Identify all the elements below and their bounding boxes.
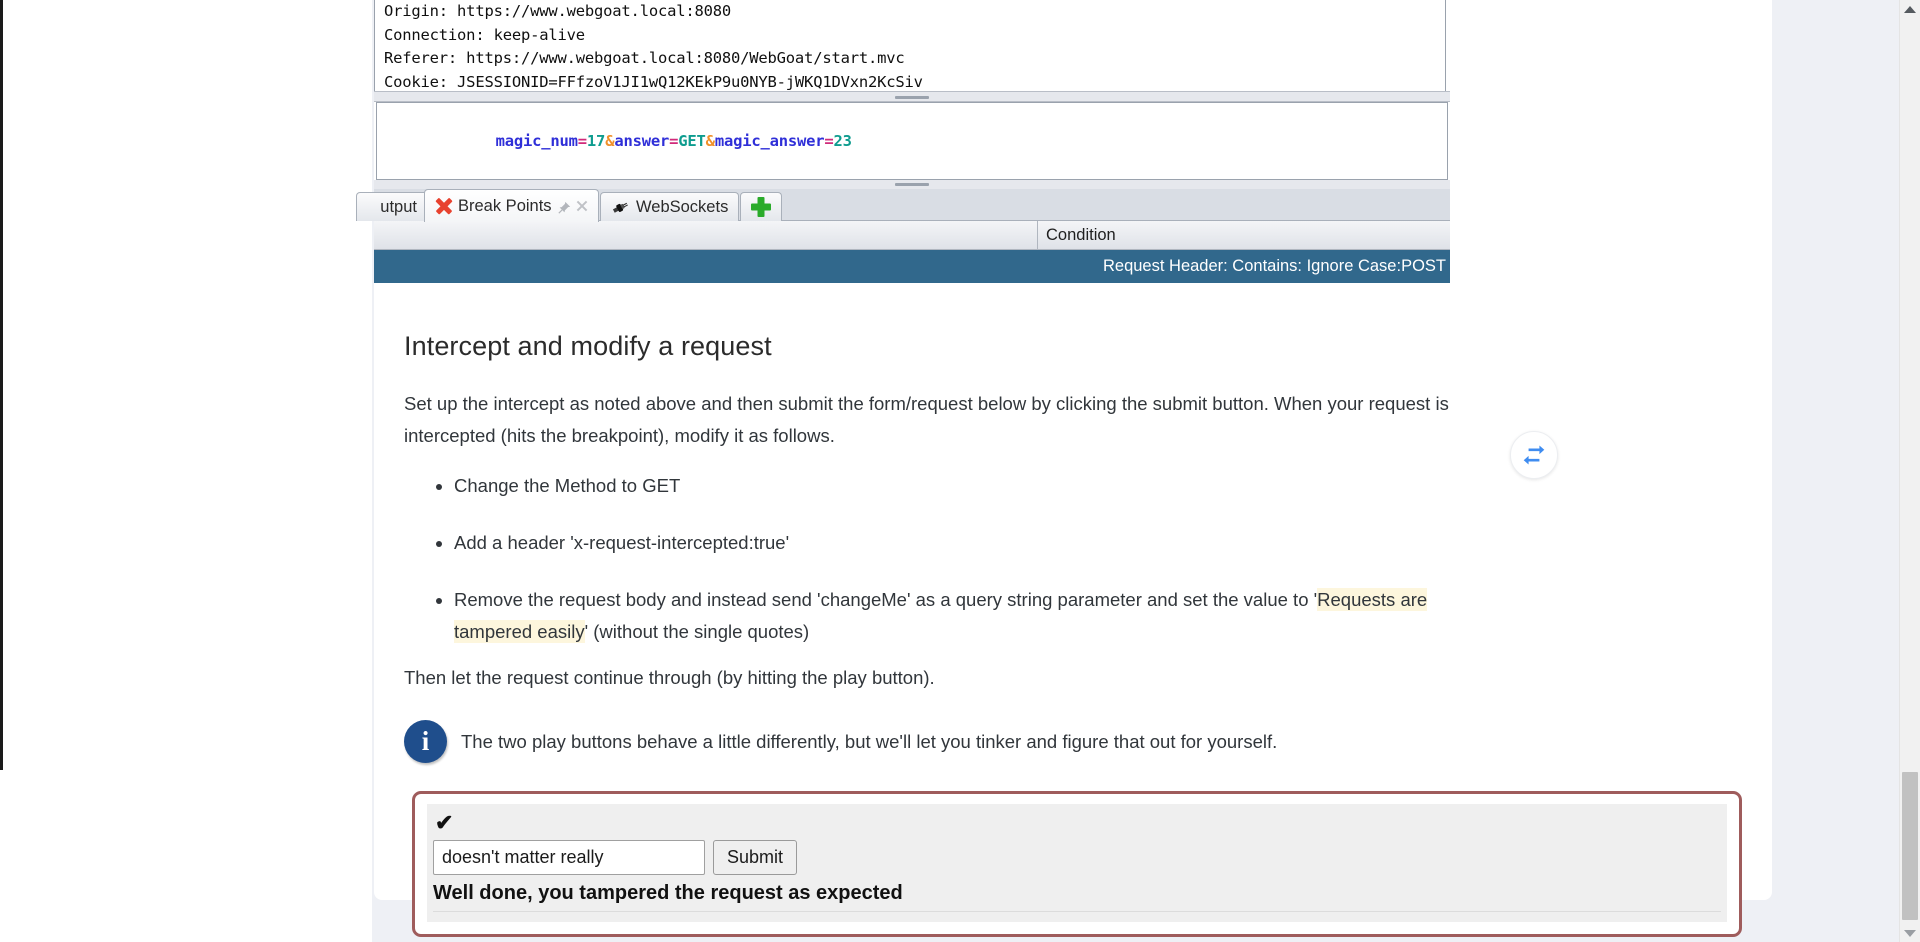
panel-splitter-bottom[interactable]: [374, 180, 1450, 189]
table-header-cell-blank: [374, 221, 1038, 249]
table-header-cell-condition: Condition: [1046, 225, 1116, 244]
lesson-content-card: Origin: https://www.webgoat.local:8080 C…: [356, 0, 1772, 937]
assignment-result-message: Well done, you tampered the request as e…: [433, 882, 1721, 912]
table-header-row: Condition: [374, 221, 1450, 250]
breakpoints-table: Condition Request Header: Contains: Igno…: [374, 221, 1450, 283]
header-line: Origin: https://www.webgoat.local:8080: [384, 2, 732, 20]
step-text: Remove the request body and instead send…: [454, 589, 1318, 610]
info-note: i The two play buttons behave a little d…: [404, 720, 1742, 763]
body-token-key: answer: [614, 132, 670, 150]
lesson-article: Intercept and modify a request Set up th…: [374, 331, 1772, 937]
scrollbar-thumb[interactable]: [1902, 772, 1918, 920]
pin-icon[interactable]: [557, 200, 571, 214]
body-token-value: 23: [833, 132, 852, 150]
lesson-steps-list: Change the Method to GET Add a header 'x…: [404, 470, 1742, 648]
body-token-amp: &: [605, 132, 615, 150]
body-token-eq: =: [824, 132, 834, 150]
request-body-line: magic_num=17&answer=GET&magic_answer=23: [377, 103, 1447, 170]
header-line: Connection: keep-alive: [384, 25, 585, 44]
sync-icon-button[interactable]: [1510, 431, 1558, 479]
zap-proxy-panel: Origin: https://www.webgoat.local:8080 C…: [356, 0, 1450, 283]
tab-websockets[interactable]: WebSockets: [600, 192, 740, 221]
tab-break-points[interactable]: Break Points: [424, 189, 599, 222]
body-token-key: magic_answer: [714, 132, 825, 150]
body-token-eq: =: [577, 132, 587, 150]
request-headers-box[interactable]: Origin: https://www.webgoat.local:8080 C…: [374, 0, 1446, 91]
red-x-icon: [435, 198, 452, 215]
table-cell-blank: [374, 250, 1038, 283]
tab-output[interactable]: utput: [356, 192, 428, 221]
plus-icon: [751, 197, 771, 217]
status-badge: ✔: [435, 810, 454, 835]
page-scrollbar[interactable]: [1899, 0, 1920, 942]
list-item: Change the Method to GET: [454, 470, 1494, 502]
splitter-grip: [895, 183, 929, 186]
assignment-box: ✔ Submit Well done, you tampered the req…: [412, 791, 1742, 937]
panel-splitter-top[interactable]: [374, 91, 1450, 102]
body-token-eq: =: [669, 132, 679, 150]
body-token-amp: &: [705, 132, 715, 150]
proxy-tabstrip: utput Break Points WebSockets: [356, 189, 1450, 222]
add-tab-button[interactable]: [740, 192, 782, 221]
header-line: Cookie: JSESSIONID=FFfzoV1JI1wQ12KEkP9u0…: [384, 72, 923, 91]
list-item: Remove the request body and instead send…: [454, 584, 1494, 648]
header-line: Referer: https://www.webgoat.local:8080/…: [384, 49, 905, 67]
splitter-grip: [895, 96, 929, 99]
body-token-value: GET: [678, 132, 706, 150]
step-text-suffix: ' (without the single quotes): [584, 621, 810, 642]
table-cell-condition: Request Header: Contains: Ignore Case:PO…: [1102, 257, 1446, 275]
tab-websockets-label: WebSockets: [636, 197, 729, 216]
table-row[interactable]: Request Header: Contains: Ignore Case:PO…: [374, 250, 1450, 283]
request-body-box[interactable]: magic_num=17&answer=GET&magic_answer=23: [376, 102, 1448, 180]
submit-button[interactable]: Submit: [713, 840, 798, 875]
tab-output-label: utput: [380, 197, 417, 216]
assignment-form: Submit: [433, 840, 1721, 875]
body-token-value: 17: [586, 132, 606, 150]
page-title: Intercept and modify a request: [404, 331, 772, 361]
sync-icon: [1523, 445, 1545, 465]
scroll-up-arrow-icon[interactable]: [1900, 0, 1920, 18]
info-icon: i: [404, 720, 447, 763]
step-text: Add a header 'x-request-intercepted:true…: [454, 532, 790, 553]
left-blank-pane: [0, 0, 372, 770]
info-note-text: The two play buttons behave a little dif…: [461, 730, 1278, 752]
close-icon[interactable]: [577, 201, 588, 212]
plug-icon: [611, 199, 630, 216]
body-token-key: magic_num: [495, 132, 578, 150]
scroll-down-arrow-icon[interactable]: [1900, 924, 1920, 942]
lesson-intro-paragraph: Set up the intercept as noted above and …: [404, 393, 1449, 446]
step-text: Change the Method to GET: [454, 475, 681, 496]
tab-break-points-label: Break Points: [458, 196, 552, 215]
list-item: Add a header 'x-request-intercepted:true…: [454, 527, 1494, 559]
lesson-outro-paragraph: Then let the request continue through (b…: [404, 667, 935, 688]
page-root: Origin: https://www.webgoat.local:8080 C…: [0, 0, 1920, 942]
assignment-inner: ✔ Submit Well done, you tampered the req…: [427, 804, 1727, 922]
changeme-input[interactable]: [433, 840, 705, 875]
